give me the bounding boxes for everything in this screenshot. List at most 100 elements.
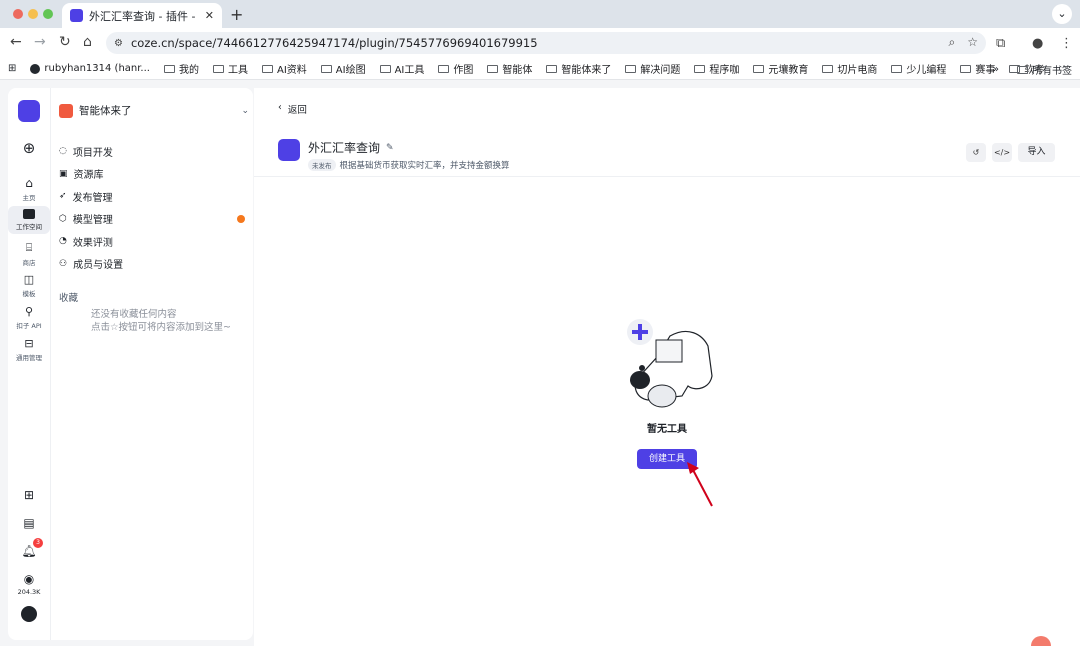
- main-panel: ‹ 返回 外汇汇率查询 ✎ 未发布 根据基础货币获取实时汇率，并支持金额换算 ↺…: [254, 88, 1080, 646]
- header-divider: [254, 176, 1080, 177]
- chat-icon: ◌: [59, 146, 67, 157]
- tab-search-chevron-icon[interactable]: ⌄: [1052, 4, 1072, 24]
- rail-notifications-button[interactable]: 🔔︎ 3: [8, 538, 50, 558]
- api-icon: ⚲: [24, 305, 34, 318]
- minimize-window-button[interactable]: [28, 9, 38, 19]
- edit-icon[interactable]: ✎: [386, 143, 394, 153]
- plugin-description: 根据基础货币获取实时汇率，并支持金额换算: [339, 161, 510, 171]
- sidebar-menu: ◌ 项目开发 ▣ 资源库 ➶ 发布管理 ⬡ 模型管理 ◔ 效果评测 ⚇ 成员与设…: [59, 140, 249, 275]
- avatar-icon: [21, 606, 37, 622]
- folder-icon: [487, 64, 499, 73]
- home-icon: ⌂: [25, 176, 33, 190]
- rail-docs-button[interactable]: ▤: [8, 516, 50, 530]
- address-bar[interactable]: ⚙ coze.cn/space/7446612776425947174/plug…: [106, 32, 986, 54]
- bookmark-item[interactable]: 少儿编程: [891, 61, 946, 76]
- forward-arrow-icon[interactable]: →: [34, 34, 46, 50]
- sidebar-item-project-dev[interactable]: ◌ 项目开发: [59, 140, 249, 163]
- bookmark-item[interactable]: 切片电商: [822, 61, 877, 76]
- bookmark-item[interactable]: 智能体: [487, 61, 532, 76]
- close-window-button[interactable]: [13, 9, 23, 19]
- create-plus-button[interactable]: ⊕: [8, 139, 50, 157]
- bookmarks-overflow-button[interactable]: »: [993, 64, 999, 75]
- coze-logo-icon: [18, 100, 40, 122]
- bookmark-item[interactable]: AI资料: [261, 61, 307, 76]
- folder-icon: [163, 64, 175, 73]
- store-icon: ⌸: [25, 241, 33, 254]
- rail-points-button[interactable]: ◉ 204.3K: [8, 572, 50, 596]
- bookmark-item[interactable]: 智能体来了: [546, 61, 611, 76]
- all-bookmarks-button[interactable]: 所有书签: [1032, 62, 1072, 77]
- plugin-title: 外汇汇率查询: [308, 141, 381, 155]
- address-url[interactable]: coze.cn/space/7446612776425947174/plugin…: [131, 36, 538, 50]
- bookmark-item[interactable]: 解决问题: [625, 61, 680, 76]
- empty-state-illustration: [627, 319, 713, 408]
- rail-item-general-manage[interactable]: ⊟ 通用管理: [8, 336, 50, 362]
- empty-state-text: 暂无工具: [647, 424, 687, 435]
- bookmark-star-icon[interactable]: ☆: [967, 35, 978, 50]
- bookmark-item[interactable]: 赛事: [960, 61, 995, 76]
- folder-icon: [625, 64, 637, 73]
- folder-icon: [960, 64, 972, 73]
- bookmark-item[interactable]: 作图: [438, 61, 473, 76]
- workspace-switcher[interactable]: 智能体来了 ⌄: [59, 103, 249, 118]
- sidebar-item-members[interactable]: ⚇ 成员与设置: [59, 253, 249, 276]
- bookmark-item[interactable]: 程序咖: [694, 61, 739, 76]
- bookmark-item[interactable]: 元壤教育: [753, 61, 808, 76]
- code-icon: </>: [993, 148, 1011, 157]
- rail-item-template[interactable]: ◫ 模板: [8, 272, 50, 298]
- favorites-empty-message: 还没有收藏任何内容 点击☆按钮可将内容添加到这里~: [91, 309, 231, 333]
- coze-favicon-icon: [70, 9, 83, 22]
- folder-icon: [753, 64, 765, 73]
- zoom-icon[interactable]: ⌕: [949, 35, 956, 50]
- bookmark-item[interactable]: 我的: [163, 61, 199, 76]
- site-info-icon[interactable]: ⚙: [114, 38, 123, 49]
- folder-icon: [546, 64, 558, 73]
- bookmark-item[interactable]: AI绘图: [320, 61, 366, 76]
- sidebar-item-library[interactable]: ▣ 资源库: [59, 163, 249, 186]
- plus-circle-icon: ⊕: [22, 139, 36, 157]
- bookmark-item[interactable]: 工具: [212, 61, 248, 76]
- extensions-icon[interactable]: ⧉: [996, 36, 1005, 51]
- coze-logo[interactable]: [8, 100, 50, 122]
- sidebar-item-model[interactable]: ⬡ 模型管理: [59, 208, 249, 231]
- home-browser-icon[interactable]: ⌂: [83, 34, 92, 50]
- notification-count-badge: 3: [33, 538, 43, 548]
- header-actions: ↺ </> 导入: [966, 143, 1055, 162]
- cube-icon: ⬡: [59, 213, 67, 224]
- sidebar-item-evaluation[interactable]: ◔ 效果评测: [59, 230, 249, 253]
- favorites-title: 收藏: [59, 293, 79, 304]
- rail-item-store[interactable]: ⌸ 商店: [8, 240, 50, 267]
- browser-menu-icon[interactable]: ⋮: [1060, 36, 1073, 51]
- back-arrow-icon[interactable]: ←: [10, 34, 22, 50]
- reload-icon[interactable]: ↻: [59, 34, 71, 50]
- rail-item-workspace[interactable]: 工作空间: [8, 206, 50, 234]
- briefcase-icon: ⊟: [24, 337, 34, 350]
- code-button[interactable]: </>: [992, 143, 1012, 162]
- bookmark-item[interactable]: rubyhan1314 (hanr...: [30, 63, 150, 74]
- plugin-header: 外汇汇率查询 ✎ 未发布 根据基础货币获取实时汇率，并支持金额换算: [278, 139, 510, 171]
- browser-tab-active[interactable]: 外汇汇率查询 - 插件 - 扣子 ✕: [62, 3, 222, 28]
- rail-item-home[interactable]: ⌂ 主页: [8, 176, 50, 202]
- folder-icon: [320, 64, 332, 73]
- points-value: 204.3K: [17, 588, 41, 596]
- maximize-window-button[interactable]: [43, 9, 53, 19]
- folder-icon: [379, 64, 391, 73]
- back-link[interactable]: ‹ 返回: [278, 102, 307, 116]
- rail-item-api[interactable]: ⚲ 扣子 API: [8, 304, 50, 330]
- browser-toolbar: ← → ↻ ⌂ ⚙ coze.cn/space/7446612776425947…: [0, 28, 1080, 58]
- chevron-left-icon: ‹: [278, 102, 282, 113]
- bookmark-item[interactable]: AI工具: [379, 61, 424, 76]
- apps-grid-icon[interactable]: ⊞: [8, 63, 16, 74]
- history-button[interactable]: ↺: [966, 143, 986, 162]
- new-tab-button[interactable]: +: [230, 5, 243, 24]
- tab-title: 外汇汇率查询 - 插件 - 扣子: [89, 9, 199, 23]
- tab-close-icon[interactable]: ✕: [205, 9, 214, 22]
- gauge-icon: ◔: [59, 236, 67, 247]
- profile-avatar-icon[interactable]: ●: [1032, 36, 1043, 51]
- import-button[interactable]: 导入: [1018, 143, 1055, 162]
- user-avatar[interactable]: [8, 606, 50, 622]
- sidebar-item-publish[interactable]: ➶ 发布管理: [59, 185, 249, 208]
- workspace-avatar: [59, 103, 73, 118]
- template-icon: ◫: [23, 273, 35, 286]
- rail-qr-button[interactable]: ⊞: [8, 488, 50, 502]
